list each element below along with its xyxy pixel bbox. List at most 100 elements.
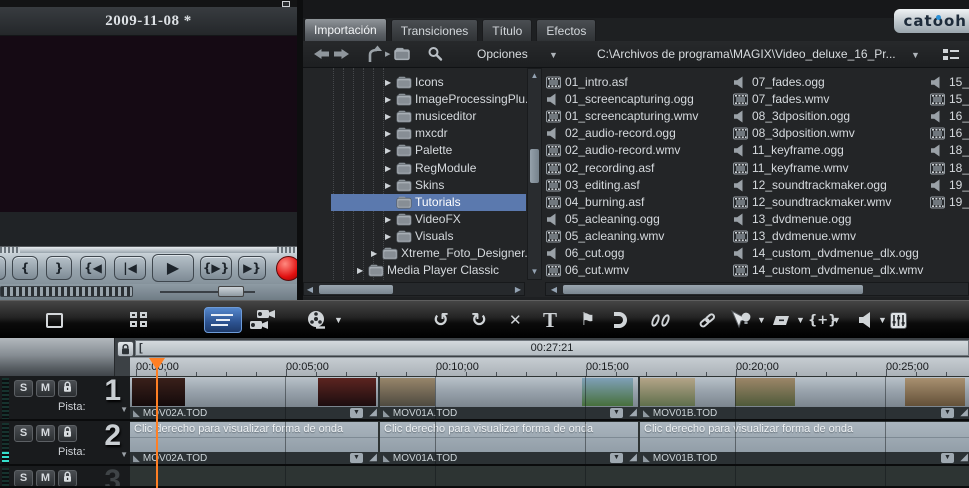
- speaker-icon[interactable]: [858, 301, 874, 339]
- clip-menu-icon[interactable]: ▼: [610, 408, 623, 418]
- jog-wheel[interactable]: [0, 286, 133, 297]
- scroll-left-icon[interactable]: ◀: [548, 284, 560, 295]
- transport-jump-start-button[interactable]: |◀: [114, 256, 146, 280]
- files-horizontal-scrollbar[interactable]: ◀: [545, 282, 969, 296]
- file-item[interactable]: 13_dvdmenue.ogg: [303, 211, 969, 228]
- track-lock-icon[interactable]: [58, 470, 77, 487]
- file-item[interactable]: 18_: [303, 160, 969, 177]
- forward-icon[interactable]: [333, 47, 350, 65]
- scroll-thumb[interactable]: [530, 149, 539, 183]
- playhead-marker[interactable]: [149, 358, 165, 370]
- mixer-icon[interactable]: [890, 301, 907, 339]
- list-view-icon[interactable]: [943, 48, 959, 60]
- fade-out-handle-icon[interactable]: ◢: [369, 408, 377, 418]
- transport-jump-end-button[interactable]: ▶}: [238, 256, 266, 280]
- fade-out-handle-icon[interactable]: ◢: [960, 453, 968, 463]
- fade-in-handle-icon[interactable]: ◣: [643, 408, 650, 418]
- scroll-left-icon[interactable]: ◀: [304, 284, 316, 295]
- transport-mark-in-button[interactable]: {: [12, 256, 38, 280]
- group-link-icon[interactable]: [698, 301, 716, 339]
- tab-efectos[interactable]: Efectos: [536, 19, 596, 41]
- path-field[interactable]: C:\Archivos de programa\MAGIX\Video_delu…: [597, 47, 896, 61]
- clip-menu-icon[interactable]: ▼: [610, 453, 623, 463]
- range-insert-caret-icon[interactable]: ▼: [832, 301, 841, 339]
- search-icon[interactable]: [427, 46, 443, 67]
- range-bar[interactable]: [00:27:21: [135, 340, 969, 356]
- speaker-caret-icon[interactable]: ▼: [878, 301, 887, 339]
- scroll-right-icon[interactable]: ▶: [512, 284, 524, 295]
- tab-título[interactable]: Título: [482, 19, 532, 41]
- scroll-thumb[interactable]: [319, 285, 393, 294]
- mute-button[interactable]: M: [36, 380, 55, 397]
- mute-button[interactable]: M: [36, 425, 55, 442]
- fade-in-handle-icon[interactable]: ◣: [133, 453, 140, 463]
- video-clip[interactable]: ◣MOV02A.TOD▼◢: [130, 377, 378, 419]
- file-item[interactable]: 14_custom_dvdmenue_dlx.wmv: [303, 262, 969, 279]
- video-clip[interactable]: ◣MOV01A.TOD▼◢: [380, 377, 638, 419]
- razor-tool-icon[interactable]: [772, 301, 792, 339]
- razor-caret-icon[interactable]: ▼: [796, 301, 805, 339]
- file-item[interactable]: 19_: [303, 177, 969, 194]
- file-item[interactable]: 15_: [303, 91, 969, 108]
- clip-menu-icon[interactable]: ▼: [350, 453, 363, 463]
- scroll-up-icon[interactable]: ▲: [529, 70, 540, 81]
- tree-horizontal-scrollbar[interactable]: ◀▶: [303, 282, 525, 296]
- transport-play-range-button[interactable]: {▶}: [200, 256, 232, 280]
- mouse-mode-caret-icon[interactable]: ▼: [757, 301, 766, 339]
- scroll-down-icon[interactable]: ▼: [529, 266, 540, 277]
- fade-out-handle-icon[interactable]: ◢: [629, 408, 637, 418]
- storyboard-mode-icon[interactable]: [130, 301, 149, 339]
- preview-mode-icon[interactable]: [46, 301, 63, 339]
- clip-menu-icon[interactable]: ▼: [350, 408, 363, 418]
- options-menu[interactable]: Opciones: [477, 47, 528, 61]
- multicam-icon[interactable]: [248, 301, 280, 339]
- transport-play-button[interactable]: ▶: [152, 254, 194, 282]
- file-item[interactable]: 19_: [303, 194, 969, 211]
- monitor-scrub-bar[interactable]: [0, 246, 297, 253]
- track-3-content[interactable]: [130, 466, 969, 488]
- razor-pair-icon[interactable]: [652, 301, 672, 339]
- solo-button[interactable]: S: [14, 380, 33, 397]
- snap-magnet-icon[interactable]: [614, 301, 627, 339]
- track-2-content[interactable]: Clic derecho para visualizar forma de on…: [130, 421, 969, 466]
- track-lock-icon[interactable]: [58, 380, 77, 397]
- catooh-logo[interactable]: catooh: [894, 9, 969, 33]
- folder-up-icon[interactable]: [365, 45, 385, 68]
- file-item[interactable]: 13_dvdmenue.wmv: [303, 228, 969, 245]
- tab-transiciones[interactable]: Transiciones: [391, 19, 479, 41]
- redo-icon[interactable]: ↻: [471, 301, 487, 339]
- scroll-thumb[interactable]: [563, 285, 863, 294]
- path-caret-icon[interactable]: ▼: [911, 50, 920, 60]
- clip-menu-icon[interactable]: ▼: [941, 408, 954, 418]
- track-caret-icon[interactable]: ▼: [120, 405, 128, 414]
- fade-in-handle-icon[interactable]: ◣: [133, 408, 140, 418]
- title-text-icon[interactable]: T: [543, 301, 557, 339]
- fade-out-handle-icon[interactable]: ◢: [960, 408, 968, 418]
- clip-menu-icon[interactable]: ▼: [941, 453, 954, 463]
- time-ruler[interactable]: 00:00;0000:05;0000:10;0000:15;0000:20;00…: [130, 357, 969, 376]
- transport-jump-range-start-button[interactable]: {◀: [80, 256, 106, 280]
- reel-caret-icon[interactable]: ▼: [334, 301, 343, 339]
- track-1-content[interactable]: ◣MOV02A.TOD▼◢◣MOV01A.TOD▼◢◣MOV01B.TOD▼◢: [130, 376, 969, 421]
- fade-in-handle-icon[interactable]: ◣: [383, 408, 390, 418]
- track-lock-icon[interactable]: [58, 425, 77, 442]
- browse-folder-icon[interactable]: ▶: [393, 47, 411, 66]
- audio-clip[interactable]: Clic derecho para visualizar forma de on…: [640, 422, 969, 464]
- tab-importación[interactable]: Importación: [304, 18, 387, 41]
- options-caret-icon[interactable]: ▼: [549, 50, 558, 60]
- delete-icon[interactable]: ✕: [509, 301, 522, 339]
- shuttle-handle[interactable]: [218, 286, 244, 297]
- file-item[interactable]: 18_: [303, 142, 969, 159]
- solo-button[interactable]: S: [14, 425, 33, 442]
- audio-clip[interactable]: Clic derecho para visualizar forma de on…: [130, 422, 378, 464]
- file-item[interactable]: 16_: [303, 108, 969, 125]
- file-item[interactable]: 15_: [303, 74, 969, 91]
- marker-flag-icon[interactable]: ⚑: [580, 301, 595, 339]
- fade-out-handle-icon[interactable]: ◢: [629, 453, 637, 463]
- back-icon[interactable]: [313, 47, 330, 65]
- transport-edge-button[interactable]: [0, 256, 6, 280]
- solo-button[interactable]: S: [14, 470, 33, 487]
- file-item[interactable]: 16_: [303, 125, 969, 142]
- audio-clip[interactable]: Clic derecho para visualizar forma de on…: [380, 422, 638, 464]
- undo-icon[interactable]: ↺: [433, 301, 449, 339]
